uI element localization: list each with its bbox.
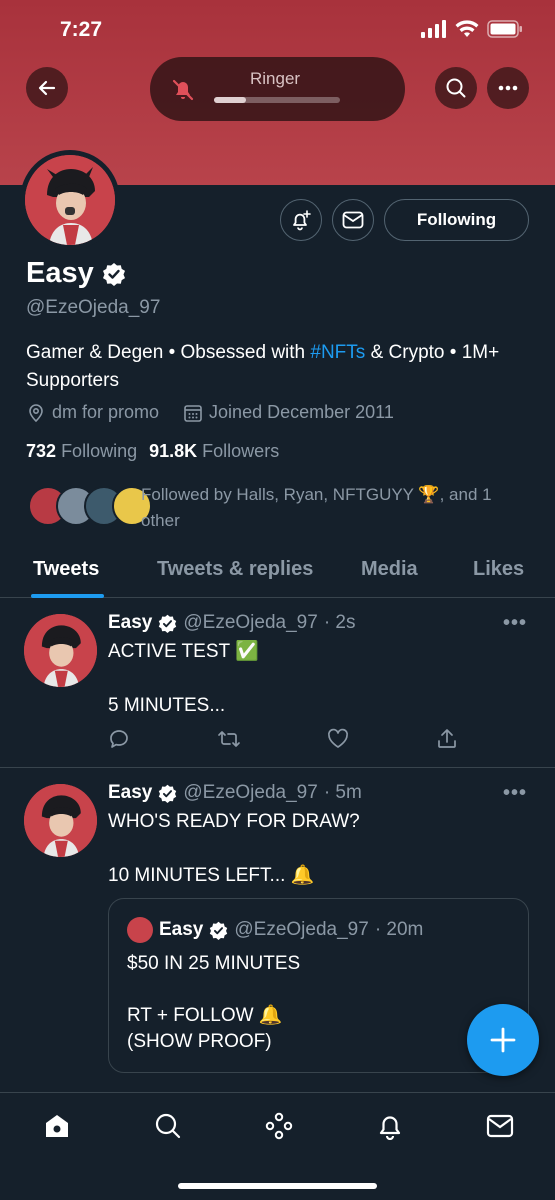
- followers-label: Followers: [202, 441, 280, 461]
- profile-name: Easy: [26, 257, 94, 289]
- status-icons: [421, 20, 523, 38]
- verified-badge-icon: [210, 921, 228, 940]
- tab-likes[interactable]: Likes: [473, 558, 524, 581]
- tweet-text: WHO'S READY FOR DRAW? 10 MINUTES LEFT...…: [108, 811, 360, 886]
- tweet-author-handle: @EzeOjeda_97: [183, 612, 318, 633]
- search-button[interactable]: [435, 67, 477, 109]
- envelope-icon: [342, 211, 364, 229]
- followers-you-know-avatars[interactable]: [28, 486, 152, 526]
- tweet-author-name[interactable]: Easy: [108, 612, 152, 634]
- reply-icon[interactable]: [108, 728, 130, 750]
- nav-spaces[interactable]: [264, 1111, 294, 1141]
- wifi-icon: [455, 20, 479, 37]
- following-button[interactable]: Following: [384, 199, 529, 241]
- bell-muted-icon: [172, 79, 194, 101]
- followers-count-link[interactable]: 91.8K Followers: [149, 441, 279, 462]
- battery-icon: [487, 20, 522, 38]
- ringer-volume-track: [214, 97, 340, 103]
- profile-handle: @EzeOjeda_97: [26, 297, 161, 318]
- nav-home[interactable]: [42, 1111, 72, 1141]
- search-icon: [155, 1113, 181, 1139]
- tweet-more-button[interactable]: •••: [503, 782, 527, 805]
- tweet-avatar[interactable]: [24, 784, 97, 857]
- profile-tabs: Tweets Tweets & replies Media Likes: [0, 548, 555, 598]
- tweet-actions: [108, 728, 458, 750]
- status-time: 7:27: [60, 18, 103, 41]
- quoted-author-name: Easy: [159, 919, 204, 940]
- nav-messages[interactable]: [485, 1111, 515, 1141]
- retweet-icon[interactable]: [217, 728, 241, 750]
- spaces-icon: [265, 1112, 293, 1140]
- ringer-volume-fill: [214, 97, 246, 103]
- ringer-label: Ringer: [250, 69, 301, 88]
- quoted-tweet-header: Easy @EzeOjeda_97 · 20m: [127, 917, 423, 943]
- message-button[interactable]: [332, 199, 374, 241]
- profile-bio: Gamer & Degen • Obsessed with #NFTs & Cr…: [26, 339, 531, 395]
- quoted-tweet-text: $50 IN 25 MINUTES RT + FOLLOW 🔔 (SHOW PR…: [127, 953, 301, 1052]
- tweet-header: Easy @EzeOjeda_97 · 2s: [108, 612, 356, 634]
- share-icon[interactable]: [436, 728, 458, 750]
- tweet-avatar[interactable]: [24, 614, 97, 687]
- follow-counts: 732 Following 91.8K Followers: [26, 441, 279, 462]
- tab-tweets-replies[interactable]: Tweets & replies: [157, 558, 313, 581]
- tweet-time: · 5m: [323, 782, 362, 803]
- plus-icon: [490, 1027, 516, 1053]
- search-icon: [446, 78, 466, 98]
- tweet-author-name[interactable]: Easy: [108, 782, 152, 804]
- quoted-author-handle: @EzeOjeda_97: [234, 919, 369, 940]
- verified-badge-icon: [102, 262, 125, 286]
- more-options-button[interactable]: [487, 67, 529, 109]
- more-icon: [498, 85, 518, 91]
- bell-plus-icon: [293, 210, 311, 231]
- tweet[interactable]: Easy @EzeOjeda_97 · 2s ••• ACTIVE TEST ✅…: [0, 598, 555, 768]
- profile-avatar[interactable]: [20, 150, 120, 250]
- nav-search[interactable]: [153, 1111, 183, 1141]
- tweet-author-handle: @EzeOjeda_97: [183, 782, 318, 803]
- quoted-tweet[interactable]: Easy @EzeOjeda_97 · 20m $50 IN 25 MINUTE…: [108, 898, 529, 1073]
- verified-badge-icon: [159, 614, 177, 633]
- nav-notifications[interactable]: [375, 1111, 405, 1141]
- followers-count: 91.8K: [149, 441, 198, 461]
- quoted-tweet-avatar: [127, 917, 153, 943]
- profile-meta: dm for promo Joined December 2011: [26, 402, 394, 423]
- bio-text-start: Gamer & Degen • Obsessed with: [26, 342, 311, 363]
- following-label: Following: [61, 441, 138, 461]
- tweet-time: · 2s: [323, 612, 356, 633]
- tweet-more-button[interactable]: •••: [503, 612, 527, 635]
- profile-joined: Joined December 2011: [209, 402, 394, 422]
- following-count: 732: [26, 441, 57, 461]
- home-indicator: [178, 1183, 377, 1189]
- signal-icon: [421, 20, 446, 38]
- tweet-text: ACTIVE TEST ✅ 5 MINUTES...: [108, 641, 259, 716]
- following-count-link[interactable]: 732 Following: [26, 441, 137, 462]
- verified-badge-icon: [159, 784, 177, 803]
- calendar-icon: [184, 404, 202, 422]
- home-icon: [46, 1115, 68, 1137]
- ringer-indicator: Ringer: [150, 57, 405, 121]
- tab-tweets[interactable]: Tweets: [33, 558, 99, 581]
- like-icon[interactable]: [327, 728, 349, 750]
- envelope-icon: [486, 1114, 514, 1138]
- location-icon: [29, 403, 43, 422]
- profile-name-row: Easy: [26, 257, 126, 290]
- profile-location: dm for promo: [52, 402, 160, 422]
- notifications-subscribe-button[interactable]: [280, 199, 322, 241]
- compose-tweet-button[interactable]: [467, 1004, 539, 1076]
- tweet-header: Easy @EzeOjeda_97 · 5m: [108, 782, 362, 804]
- quoted-tweet-time: · 20m: [374, 919, 424, 940]
- arrow-left-icon: [38, 80, 56, 96]
- tab-media[interactable]: Media: [361, 558, 418, 581]
- avatar-illustration: [25, 155, 115, 245]
- followed-by-text[interactable]: Followed by Halls, Ryan, NFTGUYY 🏆, and …: [141, 482, 531, 534]
- back-button[interactable]: [26, 67, 68, 109]
- bell-icon: [379, 1116, 401, 1140]
- hashtag-link[interactable]: #NFTs: [310, 342, 365, 363]
